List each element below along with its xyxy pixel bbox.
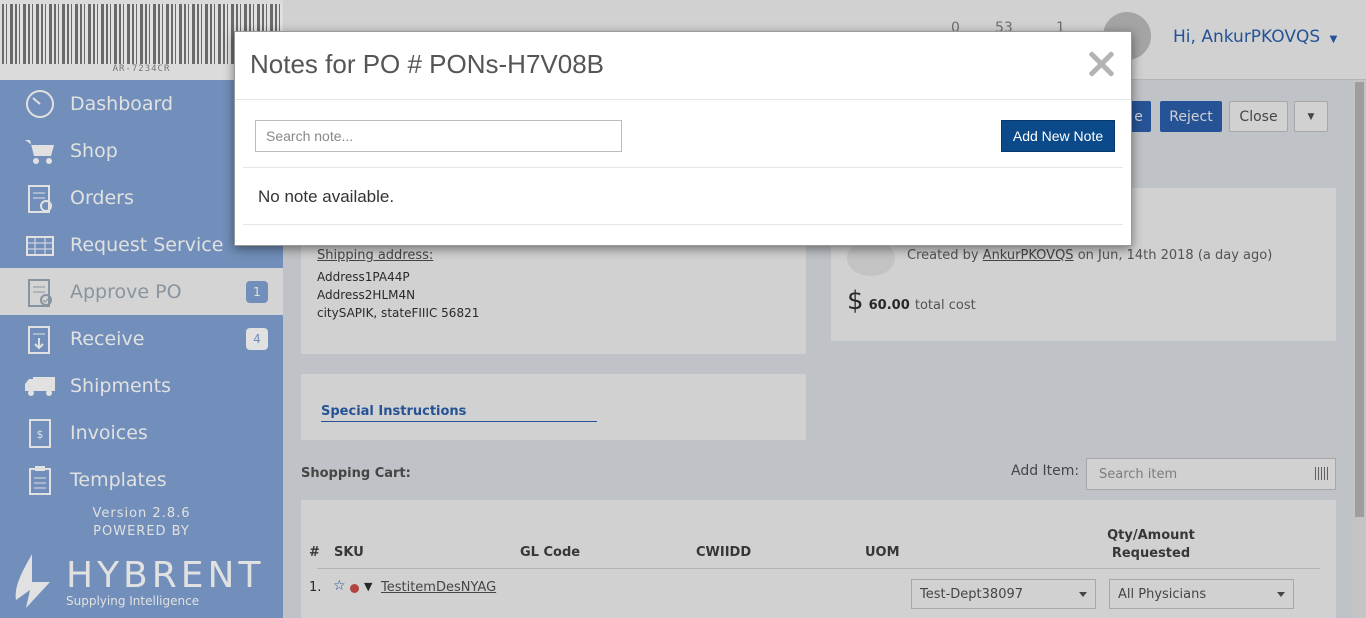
add-new-note-button[interactable]: Add New Note [1001, 120, 1115, 152]
modal-divider [243, 167, 1123, 168]
modal-divider [243, 224, 1123, 225]
modal-header: Notes for PO # PONs-H7V08B [235, 32, 1131, 100]
search-note-input[interactable] [255, 120, 622, 152]
empty-notes-message: No note available. [258, 187, 395, 206]
notes-modal: Notes for PO # PONs-H7V08B Add New Note … [234, 31, 1132, 246]
close-icon[interactable] [1085, 48, 1117, 80]
modal-title: Notes for PO # PONs-H7V08B [250, 49, 605, 79]
